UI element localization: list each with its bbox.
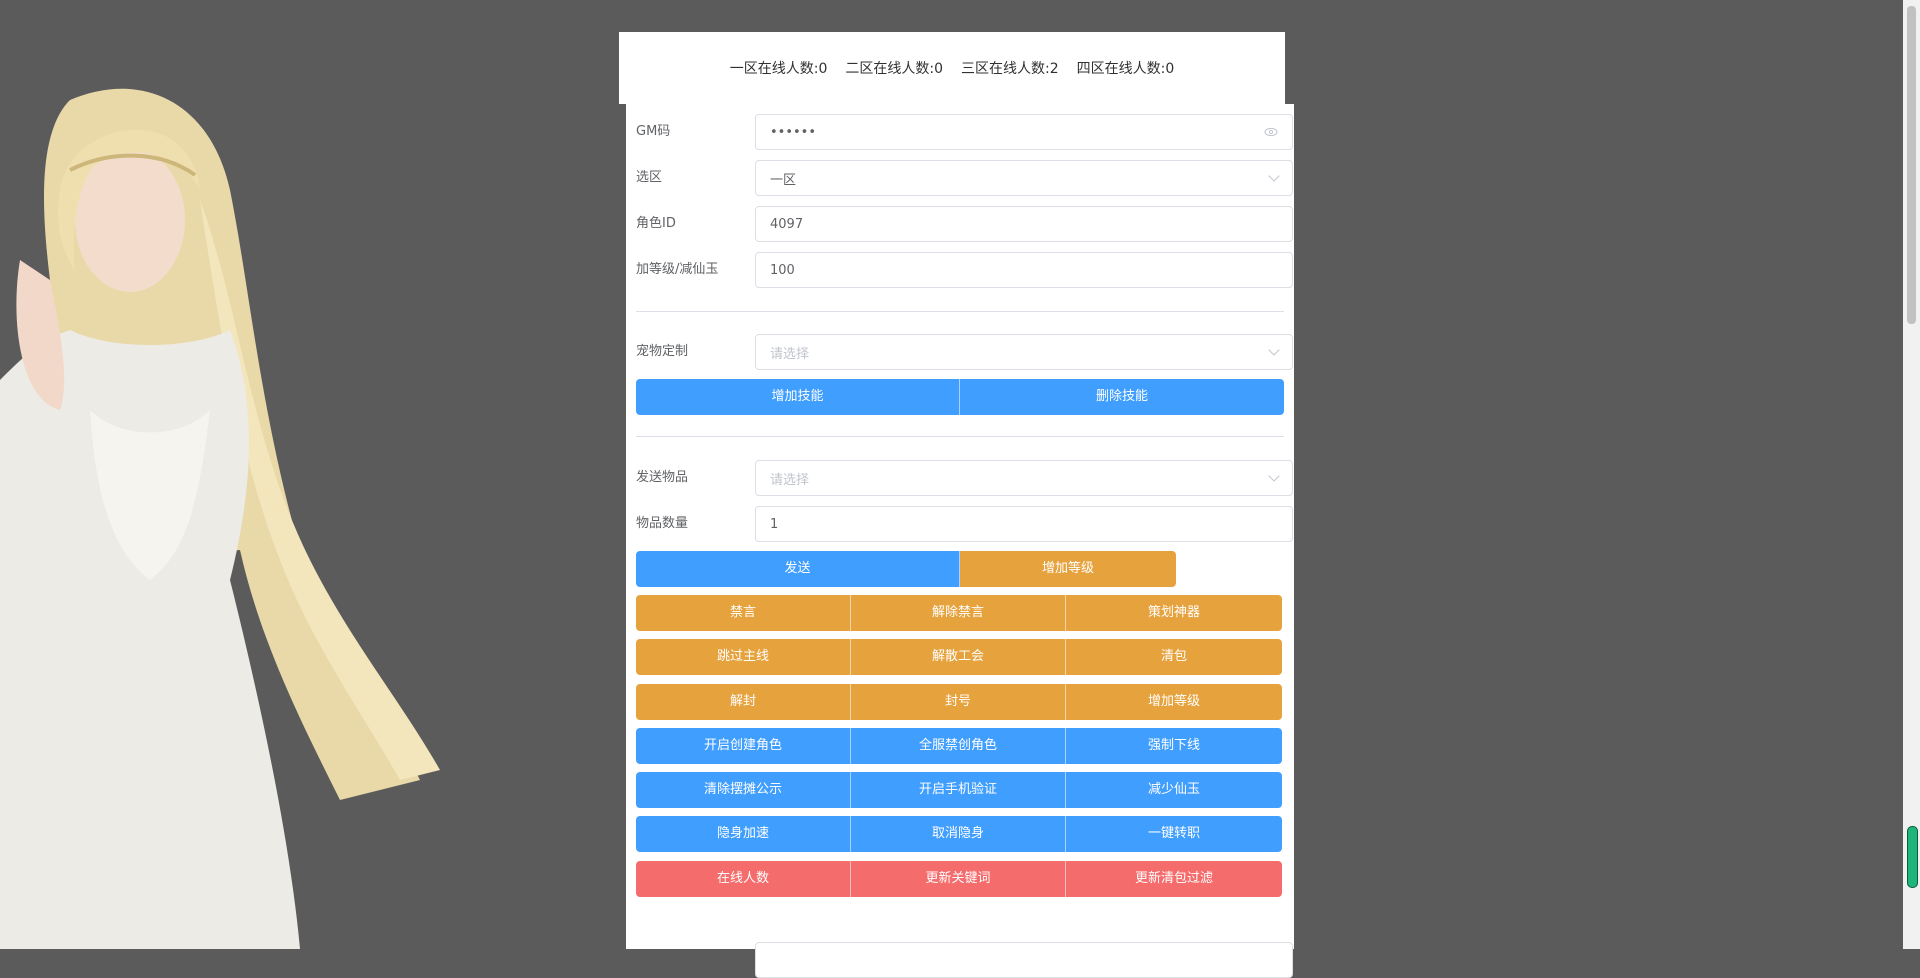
next-row-partial [636, 942, 1294, 978]
action-row-5: 清除摆摊公示 开启手机验证 减少仙玉 [636, 772, 1282, 808]
action-row-1: 禁言 解除禁言 策划神器 [636, 595, 1282, 631]
pet-row: 宠物定制 请选择 [636, 334, 1294, 370]
character-artwork [0, 88, 440, 949]
action-row-6: 隐身加速 取消隐身 一键转职 [636, 816, 1282, 852]
unban-button[interactable]: 解封 [636, 684, 851, 720]
zone1-online: 一区在线人数:0 [729, 61, 828, 77]
quantity-row: 物品数量 1 [636, 506, 1294, 542]
clear-bag-button[interactable]: 清包 [1066, 639, 1282, 675]
zone-label: 选区 [636, 170, 663, 185]
zone-row: 选区 一区 [636, 160, 1294, 196]
add-skill-button[interactable]: 增加技能 [636, 379, 960, 415]
divider [636, 436, 1284, 437]
item-label: 发送物品 [636, 470, 689, 485]
pet-placeholder: 请选择 [770, 346, 810, 362]
cancel-stealth-button[interactable]: 取消隐身 [851, 816, 1066, 852]
unmute-button[interactable]: 解除禁言 [851, 595, 1066, 631]
gm-code-label: GM码 [636, 124, 671, 139]
quantity-label: 物品数量 [636, 516, 689, 531]
gm-panel: GM码 •••••• 选区 一区 角色ID 4097 加等级/减仙玉 100 宠… [626, 104, 1294, 978]
online-stats-bar: 一区在线人数:0 二区在线人数:0 三区在线人数:2 四区在线人数:0 [619, 32, 1285, 104]
zone4-online: 四区在线人数:0 [1076, 61, 1175, 77]
scrollbar-thumb[interactable] [1907, 6, 1916, 324]
zone3-online: 三区在线人数:2 [961, 61, 1059, 77]
skip-mainline-button[interactable]: 跳过主线 [636, 639, 851, 675]
action-row-2: 跳过主线 解散工会 清包 [636, 639, 1282, 675]
update-bag-filter-button[interactable]: 更新清包过滤 [1066, 861, 1282, 897]
zone2-online: 二区在线人数:0 [845, 61, 943, 77]
add-level-button[interactable]: 增加等级 [960, 551, 1176, 587]
role-id-row: 角色ID 4097 [636, 206, 1294, 242]
ban-button[interactable]: 封号 [851, 684, 1066, 720]
action-row-4: 开启创建角色 全服禁创角色 强制下线 [636, 728, 1282, 764]
online-count-button[interactable]: 在线人数 [636, 861, 851, 897]
action-row-3: 解封 封号 增加等级 [636, 684, 1282, 720]
gm-code-input[interactable]: •••••• [755, 114, 1293, 150]
gm-code-row: GM码 •••••• [636, 114, 1294, 150]
enable-create-role-button[interactable]: 开启创建角色 [636, 728, 851, 764]
zone-select[interactable]: 一区 [755, 160, 1293, 196]
skill-button-group: 增加技能 删除技能 [636, 379, 1284, 415]
chevron-down-icon [1268, 170, 1280, 182]
item-row: 发送物品 请选择 [636, 460, 1294, 496]
stealth-speed-button[interactable]: 隐身加速 [636, 816, 851, 852]
next-field[interactable] [755, 942, 1293, 978]
eye-icon[interactable] [1264, 127, 1278, 137]
zone-value: 一区 [770, 172, 797, 188]
send-button[interactable]: 发送 [636, 551, 960, 587]
reduce-jade-button[interactable]: 减少仙玉 [1066, 772, 1282, 808]
side-widget-handle[interactable] [1907, 826, 1918, 888]
chevron-down-icon [1268, 344, 1280, 356]
increase-level-button[interactable]: 增加等级 [1066, 684, 1282, 720]
planner-artifact-button[interactable]: 策划神器 [1066, 595, 1282, 631]
role-id-input[interactable]: 4097 [755, 206, 1293, 242]
force-logout-button[interactable]: 强制下线 [1066, 728, 1282, 764]
quantity-value: 1 [770, 516, 779, 532]
divider [636, 311, 1284, 312]
change-class-button[interactable]: 一键转职 [1066, 816, 1282, 852]
item-placeholder: 请选择 [770, 472, 810, 488]
clear-stall-notice-button[interactable]: 清除摆摊公示 [636, 772, 851, 808]
dissolve-guild-button[interactable]: 解散工会 [851, 639, 1066, 675]
role-id-value: 4097 [770, 216, 804, 232]
quantity-input[interactable]: 1 [755, 506, 1293, 542]
gm-code-value: •••••• [770, 124, 817, 140]
page-scrollbar[interactable] [1903, 0, 1920, 949]
level-row: 加等级/减仙玉 100 [636, 252, 1294, 288]
pet-label: 宠物定制 [636, 344, 689, 359]
pet-select[interactable]: 请选择 [755, 334, 1293, 370]
enable-phone-verify-button[interactable]: 开启手机验证 [851, 772, 1066, 808]
level-value: 100 [770, 262, 795, 278]
chevron-down-icon [1268, 470, 1280, 482]
update-keywords-button[interactable]: 更新关键词 [851, 861, 1066, 897]
role-id-label: 角色ID [636, 216, 676, 231]
disable-create-role-button[interactable]: 全服禁创角色 [851, 728, 1066, 764]
item-select[interactable]: 请选择 [755, 460, 1293, 496]
send-button-group: 发送 增加等级 [636, 551, 1176, 587]
remove-skill-button[interactable]: 删除技能 [960, 379, 1284, 415]
level-label: 加等级/减仙玉 [636, 262, 719, 277]
action-row-7: 在线人数 更新关键词 更新清包过滤 [636, 861, 1282, 897]
level-input[interactable]: 100 [755, 252, 1293, 288]
mute-button[interactable]: 禁言 [636, 595, 851, 631]
